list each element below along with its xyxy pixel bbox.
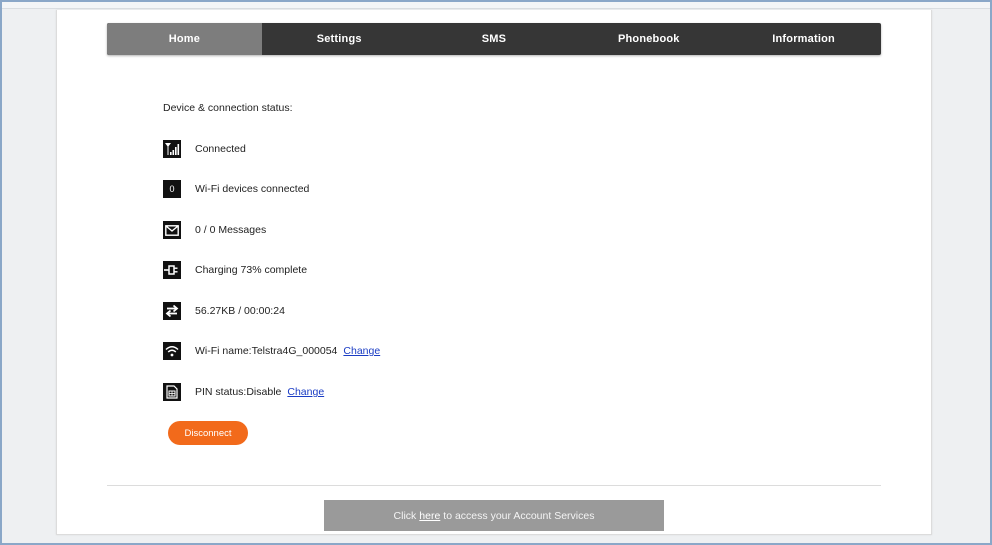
- pin-row: PIN status:Disable Change: [163, 383, 324, 401]
- wifi-name-row: Wi-Fi name:Telstra4G_000054 Change: [163, 342, 380, 360]
- page-container: Home Settings SMS Phonebook Information …: [56, 10, 932, 535]
- pin-change-link[interactable]: Change: [287, 386, 324, 398]
- nav-sms[interactable]: SMS: [417, 23, 572, 55]
- sim-card-icon: [163, 383, 181, 401]
- footer-divider: [107, 485, 881, 486]
- wifi-devices-row: 0 Wi-Fi devices connected: [163, 180, 309, 198]
- battery-row: Charging 73% complete: [163, 261, 307, 279]
- account-suffix: to access your Account Services: [443, 509, 595, 522]
- main-nav: Home Settings SMS Phonebook Information: [107, 23, 881, 55]
- transfer-arrows-icon: [163, 302, 181, 320]
- status-title: Device & connection status:: [163, 102, 293, 114]
- nav-home[interactable]: Home: [107, 23, 262, 55]
- pin-status: PIN status:Disable: [195, 386, 282, 398]
- wifi-change-link[interactable]: Change: [343, 345, 380, 357]
- signal-icon: [163, 140, 181, 158]
- data-usage-row: 56.27KB / 00:00:24: [163, 302, 285, 320]
- data-usage: 56.27KB / 00:00:24: [195, 305, 285, 317]
- messages-row: 0 / 0 Messages: [163, 221, 266, 239]
- wifi-name: Wi-Fi name:Telstra4G_000054: [195, 345, 338, 357]
- disconnect-button[interactable]: Disconnect: [168, 421, 248, 445]
- nav-information[interactable]: Information: [726, 23, 881, 55]
- wifi-devices-label: Wi-Fi devices connected: [195, 183, 310, 195]
- signal-status: Connected: [195, 143, 246, 155]
- wifi-devices-count-badge: 0: [163, 180, 181, 198]
- account-prefix: Click: [393, 509, 417, 522]
- account-services-bar: Click here to access your Account Servic…: [324, 500, 664, 531]
- wifi-icon: [163, 342, 181, 360]
- browser-frame: Home Settings SMS Phonebook Information …: [0, 0, 992, 545]
- nav-phonebook[interactable]: Phonebook: [571, 23, 726, 55]
- charging-status: Charging 73% complete: [195, 264, 308, 276]
- frame-top-strip: [2, 2, 990, 9]
- signal-row: Connected: [163, 140, 246, 158]
- messages-count: 0 / 0 Messages: [195, 224, 267, 236]
- nav-settings[interactable]: Settings: [262, 23, 417, 55]
- account-here-link[interactable]: here: [419, 510, 440, 522]
- envelope-icon: [163, 221, 181, 239]
- charging-plug-icon: [163, 261, 181, 279]
